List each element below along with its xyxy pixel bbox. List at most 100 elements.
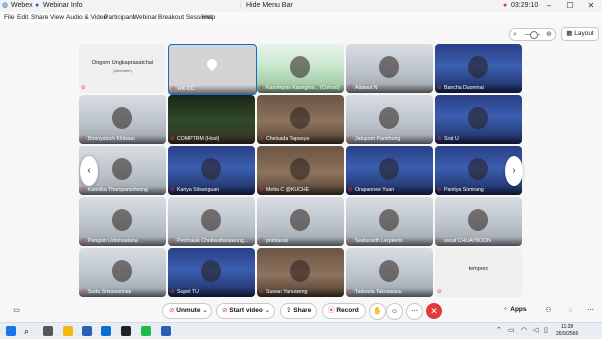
chevron-down-icon: ⌄ [202, 307, 208, 314]
word-icon-2[interactable] [161, 326, 171, 336]
participant-tile[interactable]: ⊘ Srat U [435, 95, 522, 144]
participant-tile[interactable]: ⊘ Kasornpas Kaungina... (Cohost) [257, 44, 344, 93]
more-panels-icon[interactable]: ⋯ [583, 303, 598, 318]
participant-label: ⊘ Attawut N [346, 84, 433, 93]
menu-edit[interactable]: Edit [17, 13, 28, 22]
person-silhouette [379, 158, 399, 180]
person-silhouette [468, 107, 488, 129]
mic-muted-icon: ⊘ [437, 85, 442, 91]
menu-participant[interactable]: Participant [104, 13, 135, 22]
person-silhouette [112, 209, 132, 231]
participant-name: Tadsada Taksawasu [355, 289, 402, 295]
leave-meeting-button[interactable]: ✕ [426, 303, 442, 319]
participant-tile[interactable]: ⊘ Orapannee Yuan [346, 146, 433, 195]
participant-label: ⊘ Pengsiri Udomsatana [79, 237, 166, 246]
participant-tile[interactable]: ⊘ Bancha Duonmai [435, 44, 522, 93]
participant-tile[interactable]: ⊘ Supet TU [168, 248, 255, 297]
menu-share[interactable]: Share [31, 13, 48, 22]
menu-webinar[interactable]: Webinar [133, 13, 157, 22]
participant-tile[interactable]: ⊘ COMPTRM (Host) [168, 95, 255, 144]
tray-chevron-icon[interactable]: ⌃ [496, 326, 502, 334]
unmute-button[interactable]: ⊘ Unmute ⌄ [162, 303, 212, 319]
apps-button[interactable]: ⁘ Apps [503, 303, 535, 317]
menu-view[interactable]: View [50, 13, 64, 22]
person-silhouette [290, 158, 310, 180]
grid-next-button[interactable]: › [505, 156, 523, 186]
participant-tile[interactable]: Ongorn Ungkaprasatchai (Attendee) ⊘ [79, 44, 166, 93]
participant-tile[interactable]: ⊘ Pengsiri Udomsatana [79, 197, 166, 246]
chat-icon[interactable]: ◌ [563, 303, 578, 318]
mic-muted-icon: ⊘ [170, 136, 175, 142]
participant-role: (Attendee) [113, 68, 132, 73]
participant-name: socat CHUAYBOON [444, 238, 491, 244]
participant-tile[interactable]: ⊘ socat CHUAYBOON [435, 197, 522, 246]
reactions-icon[interactable]: ☺ [386, 303, 403, 320]
participant-tile[interactable]: ⊘ Metta C @KUCHE [257, 146, 344, 195]
participant-name: Attawut N [355, 85, 378, 91]
participant-label: ⊘ Jatuporn Pamthong [346, 135, 433, 144]
menu-help[interactable]: Help [202, 13, 215, 22]
wifi-icon[interactable]: ◠ [521, 326, 527, 334]
participant-tile[interactable]: ⊘ Suda Srisuwannak [79, 248, 166, 297]
participant-name: Jatuporn Pamthong [355, 136, 401, 142]
participant-tile[interactable]: ⊘ Tadsada Taksawasu [346, 248, 433, 297]
title-bar: ◍ Webex ● Webinar Info | Hide Menu Bar ●… [0, 0, 602, 12]
menu-file[interactable]: File [4, 13, 14, 22]
more-options-icon[interactable]: ⋯ [406, 303, 423, 320]
zoom-slider[interactable]: ⌕ ⊕ [509, 28, 556, 41]
close-icon[interactable]: ✕ [580, 0, 602, 12]
participant-tile[interactable]: ⊘ Petchalak Chokwattanawong... [168, 197, 255, 246]
participant-tile[interactable]: ⊘ Jatuporn Pamthong [346, 95, 433, 144]
participant-tile[interactable]: ⊘ pnmberat [257, 197, 344, 246]
mic-muted-icon: ⊘ [259, 136, 264, 142]
raise-hand-icon[interactable]: ✋ [369, 303, 386, 320]
line-icon[interactable] [141, 326, 151, 336]
start-icon[interactable] [6, 326, 16, 336]
zoom-thumb[interactable] [530, 31, 538, 39]
participant-name: Orapannee Yuan [355, 187, 395, 193]
outlook-icon[interactable] [101, 326, 111, 336]
meeting-controls: ▭ ⊘ Unmute ⌄ ⊘ Start video ⌄ ⇪ Share ⦿ R… [0, 300, 602, 322]
participant-label: ⊘ Panitya Somrang [435, 186, 522, 195]
network-icon[interactable]: ▭ [508, 326, 515, 334]
file-explorer-icon[interactable] [63, 326, 73, 336]
participant-tile[interactable]: ⊘ Seelucarth Lerpkeris [346, 197, 433, 246]
participant-tile[interactable]: ⊘ Kanya Sitsanguan [168, 146, 255, 195]
share-button[interactable]: ⇪ Share [280, 303, 317, 319]
taskbar-clock[interactable]: 11:28 26/9/2566 [556, 324, 578, 337]
chevron-left-icon: ‹ [87, 165, 91, 176]
chevron-down-icon: ⌄ [264, 307, 271, 314]
volume-icon[interactable]: ◁ [533, 326, 538, 334]
person-silhouette [112, 107, 132, 129]
participant-tile[interactable]: ⊘ Attawut N [346, 44, 433, 93]
participant-tile[interactable]: ⊘ RK-CC [168, 44, 257, 95]
hide-menu-bar-button[interactable]: Hide Menu Bar [246, 1, 293, 11]
webex-taskbar-icon[interactable] [121, 326, 131, 336]
person-silhouette [468, 209, 488, 231]
word-icon[interactable] [82, 326, 92, 336]
record-dot-icon: ● [503, 2, 508, 9]
task-view-icon[interactable] [43, 326, 53, 336]
record-button[interactable]: ⦿ Record [322, 303, 366, 319]
grid-prev-button[interactable]: ‹ [80, 156, 98, 186]
participant-name: pnmberat [266, 238, 288, 244]
participant-tile[interactable]: ⊘ Boonyaluch Kittiwan [79, 95, 166, 144]
minimize-icon[interactable]: – [538, 0, 560, 12]
menu-audio-video[interactable]: Audio & Video [66, 13, 107, 22]
participant-tile[interactable]: temporc ⊘ [435, 248, 522, 297]
layout-button[interactable]: ▦ Layout [561, 27, 599, 41]
maximize-icon[interactable]: ☐ [559, 0, 581, 12]
webinar-info-link[interactable]: Webinar Info [43, 1, 83, 11]
start-video-button[interactable]: ⊘ Start video ⌄ [216, 303, 275, 319]
person-silhouette [379, 209, 399, 231]
participant-name: Suwan Yanuwong [266, 289, 308, 295]
battery-icon[interactable]: ▯ [544, 326, 548, 334]
mic-muted-icon: ⊘ [437, 136, 442, 142]
mic-muted-icon: ⊘ [348, 238, 353, 244]
mic-muted-icon: ⊘ [259, 187, 264, 193]
participant-tile[interactable]: ⊘ Suwan Yanuwong [257, 248, 344, 297]
participants-icon[interactable]: ⚇ [541, 303, 556, 318]
captions-icon[interactable]: ▭ [9, 303, 24, 318]
participant-tile[interactable]: ⊘ Chetsada Tapanya [257, 95, 344, 144]
search-icon[interactable]: ⌕ [24, 326, 34, 336]
